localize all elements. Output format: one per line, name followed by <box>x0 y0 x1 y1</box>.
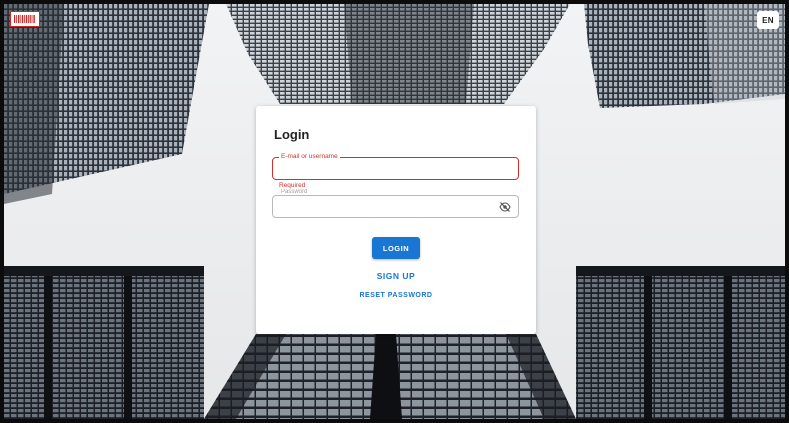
password-label: Password <box>279 189 339 195</box>
email-field[interactable]: E-mail or username <box>272 152 519 180</box>
reset-password-label: RESET PASSWORD <box>359 292 433 299</box>
login-card: Login E-mail or username Required Passwo… <box>256 106 536 334</box>
sign-up-button[interactable]: SIGN UP <box>256 271 536 281</box>
logo <box>10 11 40 27</box>
login-title: Login <box>274 127 310 142</box>
email-input[interactable] <box>273 158 518 179</box>
app-frame: EN Login E-mail or username Required Pas… <box>4 4 785 419</box>
barcode-logo-icon <box>14 15 35 23</box>
email-error-text: Required <box>279 182 306 189</box>
reset-password-button[interactable]: RESET PASSWORD <box>256 292 536 299</box>
password-input[interactable] <box>273 196 518 217</box>
login-button-label: LOGIN <box>382 243 410 253</box>
eye-off-icon[interactable] <box>499 201 511 213</box>
sign-up-label: SIGN UP <box>376 271 416 281</box>
login-button[interactable]: LOGIN <box>372 237 420 259</box>
password-field[interactable]: Password <box>272 189 519 218</box>
language-label: EN <box>762 15 774 25</box>
language-button[interactable]: EN <box>757 11 779 29</box>
